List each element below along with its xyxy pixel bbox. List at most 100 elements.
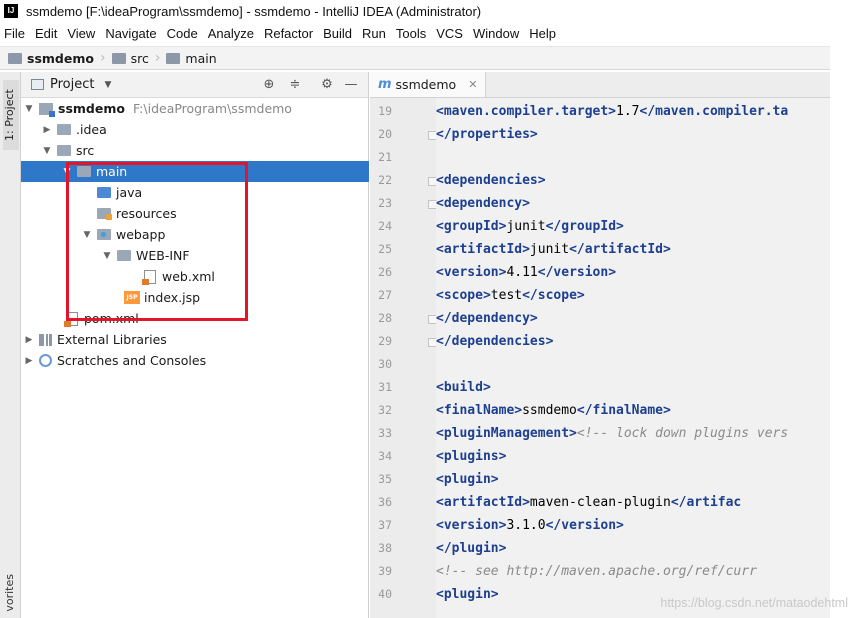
menu-code[interactable]: Code (162, 26, 203, 41)
tree-item-resources[interactable]: resources (21, 203, 369, 224)
code-line: <maven.compiler.target>1.7</maven.compil… (436, 100, 788, 123)
line-number: 39 (378, 564, 392, 578)
breadcrumb-label: ssmdemo (27, 50, 94, 66)
editor-tab-bar: m ssmdemo ✕ (370, 72, 830, 98)
tree-item-project-root[interactable]: ▼ ssmdemo F:\ideaProgram\ssmdemo (21, 98, 369, 119)
line-number: 32 (378, 403, 392, 417)
editor-tab-pom[interactable]: m ssmdemo ✕ (370, 72, 487, 97)
menu-build[interactable]: Build (318, 26, 357, 41)
line-number: 34 (378, 449, 392, 463)
locate-file-icon[interactable]: ⊕ (261, 77, 277, 93)
code-view[interactable]: <maven.compiler.target>1.7</maven.compil… (436, 98, 830, 618)
menu-vcs[interactable]: VCS (431, 26, 468, 41)
minimize-icon[interactable]: — (343, 77, 359, 93)
chevron-down-icon[interactable]: ▼ (61, 167, 73, 177)
breadcrumb-item-project[interactable]: ssmdemo (8, 51, 94, 66)
code-text: test (490, 288, 523, 303)
code-tag: <plugins> (436, 449, 507, 464)
tree-item-label: src (76, 143, 95, 158)
project-view-selector[interactable]: Project (50, 77, 94, 92)
code-line: <pluginManagement><!-- lock down plugins… (436, 422, 788, 445)
menu-help[interactable]: Help (524, 26, 561, 41)
jsp-file-icon: JSP (124, 291, 140, 304)
chevron-right-icon[interactable]: ▶ (23, 356, 35, 366)
breadcrumb: ssmdemo › src › main (0, 46, 830, 70)
code-line: <dependencies> (436, 169, 546, 192)
window-title: ssmdemo [F:\ideaProgram\ssmdemo] - ssmde… (26, 3, 482, 19)
line-number: 38 (378, 541, 392, 555)
line-number: 24 (378, 219, 392, 233)
chevron-down-icon[interactable]: ▼ (23, 104, 35, 114)
code-text: 1.7 (616, 104, 640, 119)
chevron-right-icon: › (154, 50, 161, 66)
tree-item-external-libraries[interactable]: ▶ External Libraries (21, 329, 369, 350)
menu-edit[interactable]: Edit (30, 26, 62, 41)
menu-view[interactable]: View (62, 26, 100, 41)
intellij-app-icon: IJ (4, 4, 18, 18)
menu-tools[interactable]: Tools (391, 26, 431, 41)
library-icon (39, 333, 52, 346)
close-icon[interactable]: ✕ (468, 78, 477, 91)
tree-item-label: java (116, 185, 143, 200)
menu-run[interactable]: Run (357, 26, 391, 41)
code-tag: <artifactId> (436, 242, 530, 257)
code-tag: <artifactId> (436, 495, 530, 510)
code-tag: </finalName> (576, 403, 671, 418)
tree-item-label: .idea (76, 122, 107, 137)
left-tool-strip: 1: Project vorites (0, 72, 21, 618)
code-line: </properties> (436, 123, 538, 146)
chevron-right-icon: › (99, 50, 106, 66)
chevron-right-icon[interactable]: ▶ (23, 335, 35, 345)
project-tool-window-button[interactable]: 1: Project (3, 80, 19, 150)
tree-item-main[interactable]: ▼ main (21, 161, 369, 182)
breadcrumb-item-src[interactable]: src (111, 50, 149, 66)
tree-item-webapp[interactable]: ▼ webapp (21, 224, 369, 245)
menu-file[interactable]: File (0, 26, 30, 41)
menu-navigate[interactable]: Navigate (100, 26, 161, 41)
line-number-gutter: 19 20 21 22 23 24 25 26 27 28 29 30 31 32 33 34 35 36 37 38… (370, 98, 437, 618)
line-number: 25 (378, 242, 392, 256)
folder-icon (166, 52, 181, 64)
scratches-icon (39, 354, 52, 367)
tree-item-label: Scratches and Consoles (57, 353, 207, 368)
tree-item-src[interactable]: ▼ src (21, 140, 369, 161)
code-line: </dependencies> (436, 330, 553, 353)
tree-item-web-inf[interactable]: ▼ WEB-INF (21, 245, 369, 266)
chevron-down-icon[interactable]: ▼ (81, 230, 93, 240)
tree-item-web-xml[interactable]: web.xml (21, 266, 369, 287)
tree-item-index-jsp[interactable]: JSP index.jsp (21, 287, 369, 308)
code-text: 4.11 (506, 265, 538, 280)
chevron-down-icon[interactable]: ▼ (41, 146, 53, 156)
breadcrumb-label: src (130, 50, 149, 66)
chevron-down-icon[interactable]: ▼ (104, 80, 111, 90)
tree-item-scratches[interactable]: ▶ Scratches and Consoles (21, 350, 369, 371)
breadcrumb-item-main[interactable]: main (166, 51, 217, 66)
code-comment: <!-- see http://maven.apache.org/ref/cur… (436, 564, 757, 579)
code-tag: </artifac (670, 495, 742, 510)
code-line: <!-- see http://maven.apache.org/ref/cur… (436, 560, 757, 583)
maven-icon: m (378, 77, 392, 92)
menu-analyze[interactable]: Analyze (203, 26, 259, 41)
tree-item-java[interactable]: java (21, 182, 369, 203)
code-tag: </version> (537, 265, 617, 280)
tree-item-pom-xml[interactable]: pom.xml (21, 308, 369, 329)
menu-refactor[interactable]: Refactor (259, 26, 318, 41)
code-tag: <plugin> (436, 587, 499, 602)
code-tag: </dependency> (436, 311, 538, 326)
chevron-down-icon[interactable]: ▼ (101, 251, 113, 261)
code-line: <dependency> (436, 192, 530, 215)
gear-icon[interactable]: ⚙ (319, 77, 335, 93)
line-number: 26 (378, 265, 392, 279)
collapse-all-icon[interactable]: ≑ (287, 77, 303, 93)
menu-window[interactable]: Window (468, 26, 524, 41)
code-line: <plugin> (436, 583, 499, 606)
code-tag: <pluginManagement> (436, 426, 577, 441)
tree-item-idea[interactable]: ▶ .idea (21, 119, 369, 140)
code-tag: </version> (545, 518, 624, 533)
code-tag: </properties> (436, 127, 538, 142)
tree-item-label: ssmdemo (58, 101, 125, 116)
chevron-right-icon[interactable]: ▶ (41, 125, 53, 135)
favorites-tool-window-button[interactable]: vorites (3, 574, 16, 612)
line-number: 19 (378, 104, 392, 118)
code-text: junit (529, 242, 570, 257)
